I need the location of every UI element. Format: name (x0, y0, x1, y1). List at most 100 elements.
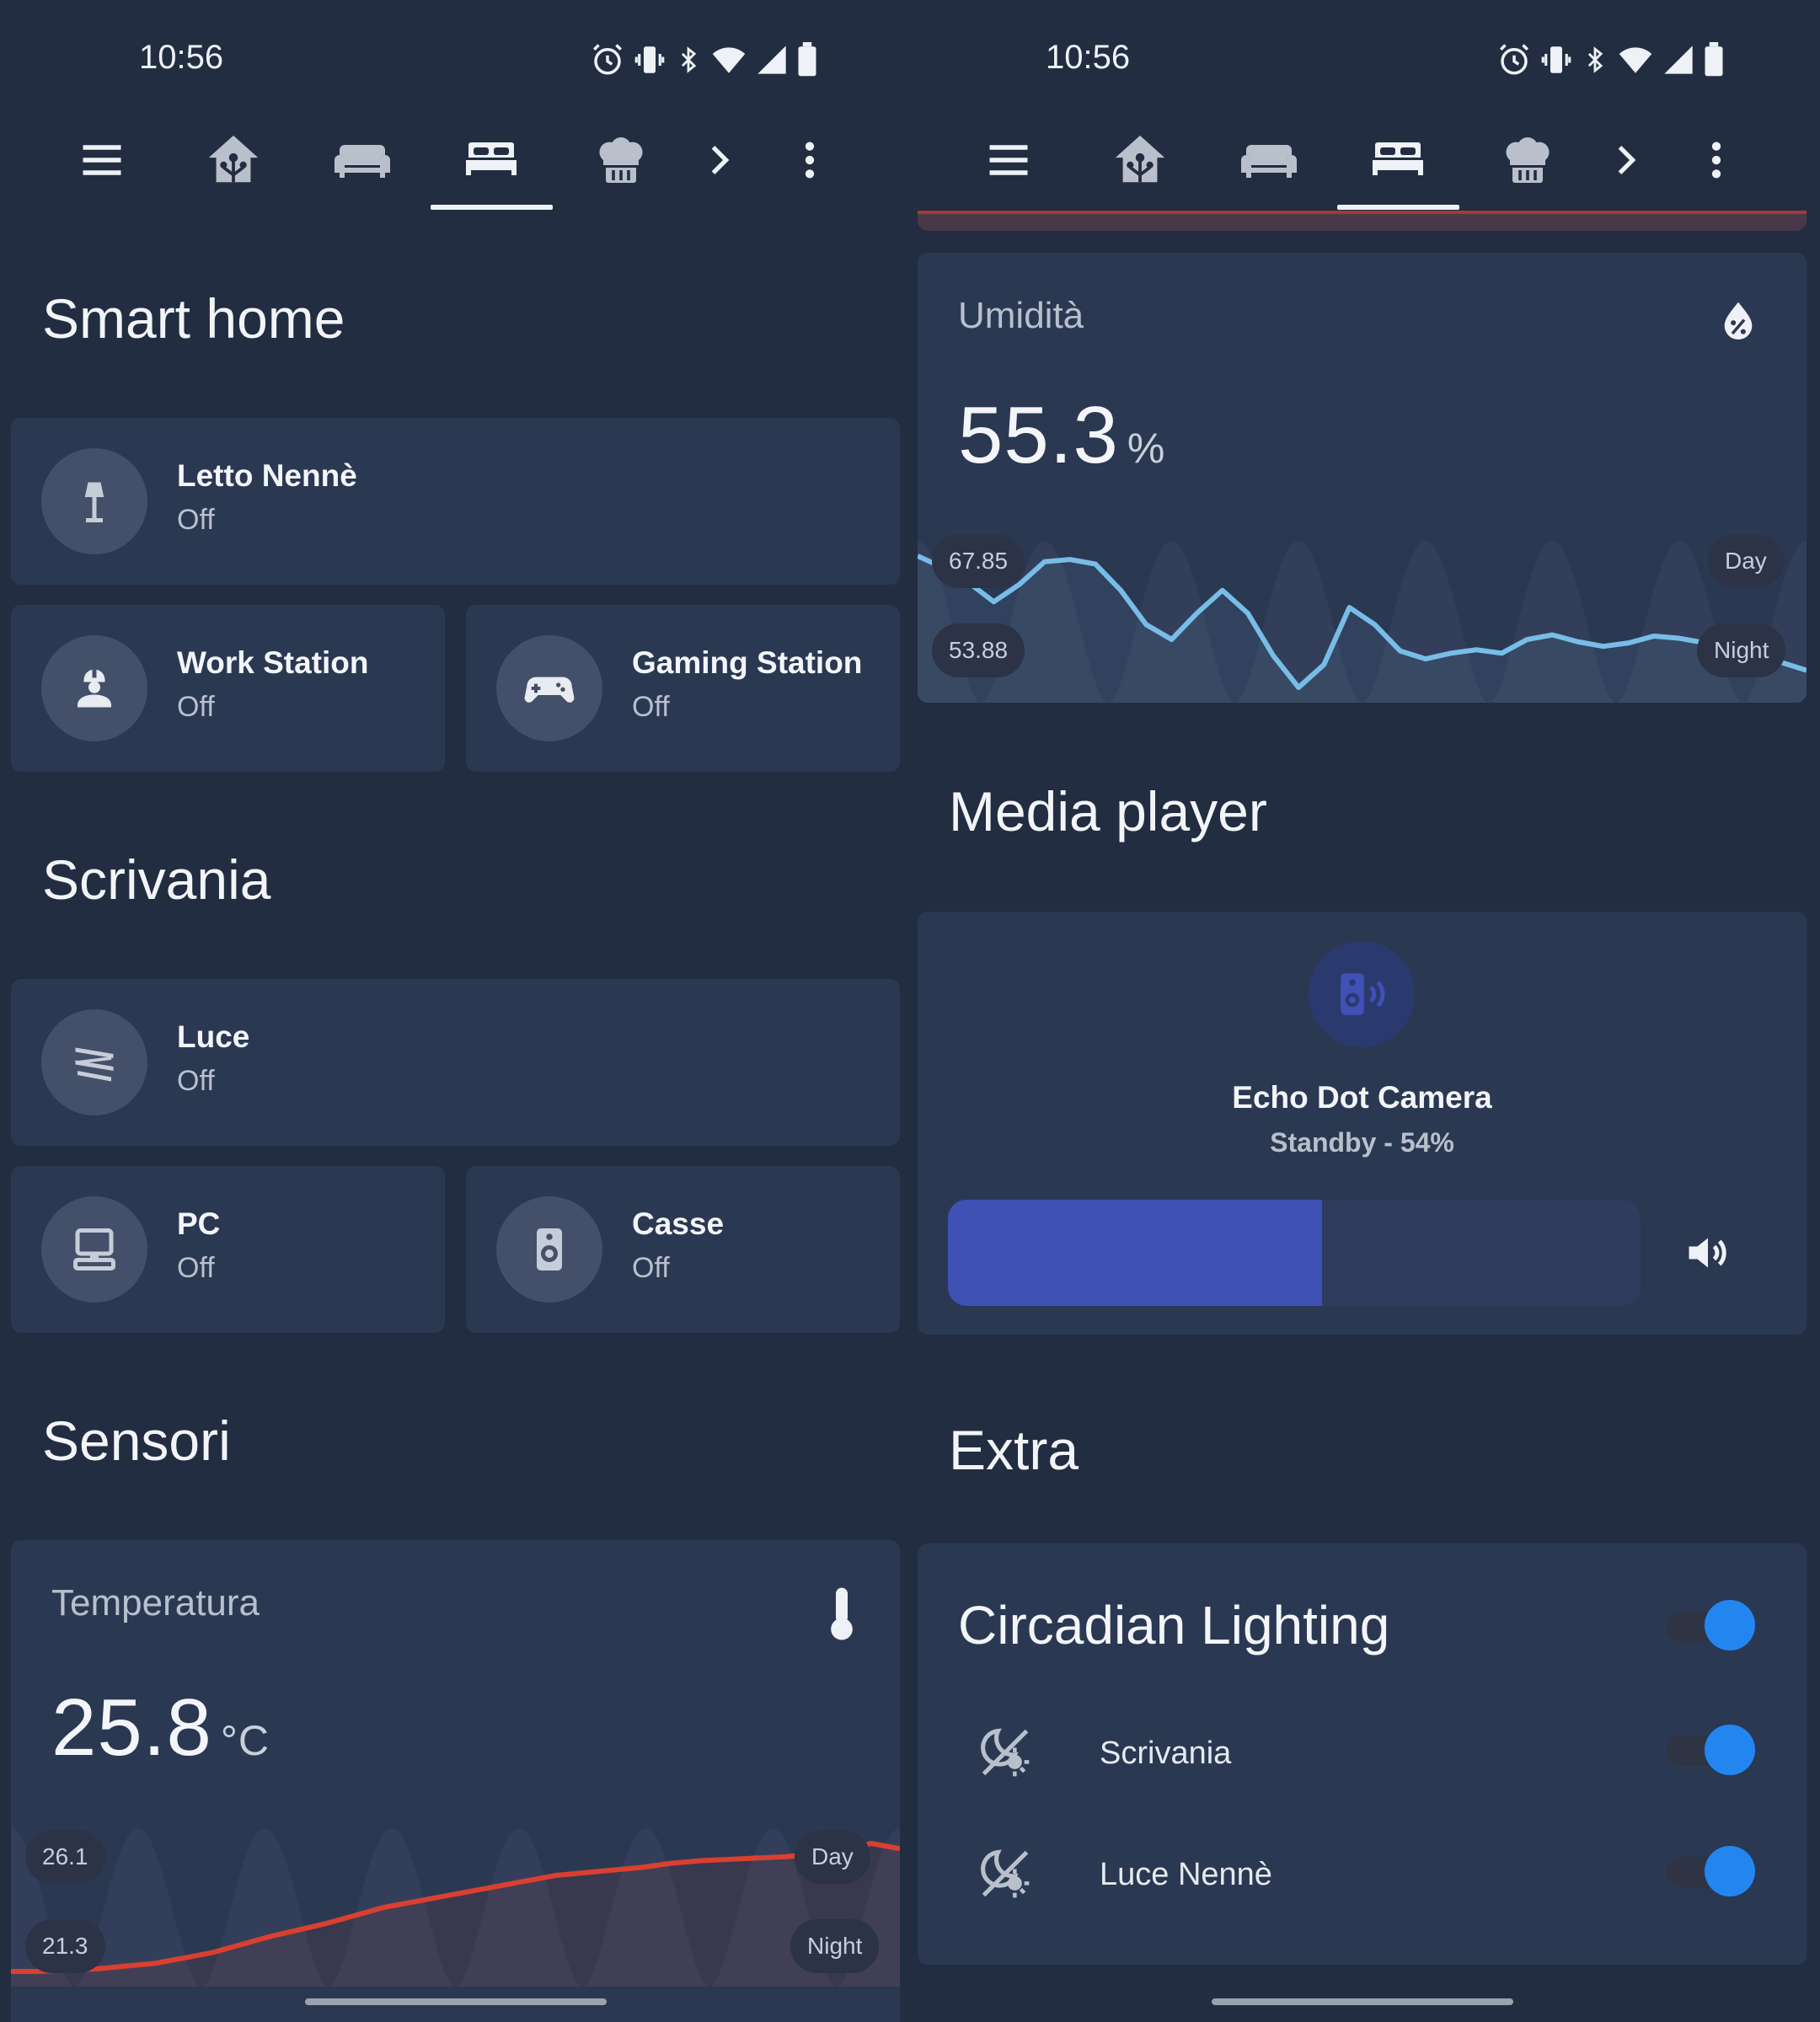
graph-max-label: 26.1 (25, 1830, 105, 1884)
entity-name: Letto Nennè (177, 458, 357, 493)
active-tab-indicator (431, 205, 553, 210)
humidity-history-graph (918, 541, 1807, 703)
circadian-scrivania-toggle[interactable] (1666, 1722, 1758, 1776)
circadian-row-scrivania: Scrivania (918, 1695, 1807, 1813)
wifi-icon (712, 47, 746, 73)
menu-button[interactable] (64, 125, 140, 195)
entity-card-luce[interactable]: Luce Off (11, 979, 900, 1146)
circadian-row-luce-nenne: Luce Nennè (918, 1816, 1807, 1934)
entity-icon-circle (41, 1009, 147, 1115)
menu-icon (989, 145, 1028, 175)
chevron-right-icon (1618, 145, 1636, 175)
sensor-value: 25.8 °C (51, 1682, 270, 1774)
sensor-value: 55.3% (958, 389, 1165, 482)
entity-state: Off (177, 1065, 215, 1097)
media-icon-circle (1309, 941, 1415, 1047)
entity-card-casse[interactable]: Casse Off (466, 1166, 900, 1333)
signal-icon (757, 45, 786, 74)
status-bar: 10:56 (907, 0, 1817, 110)
graph-day-label: Day (1708, 534, 1784, 588)
alarm-icon (593, 44, 622, 75)
tabs-scroll-right-button[interactable] (681, 125, 757, 195)
vibrate-icon (634, 46, 665, 73)
tab-kitchen[interactable] (1490, 125, 1566, 195)
circadian-luce-nenne-toggle[interactable] (1666, 1843, 1758, 1897)
tabs-scroll-right-button[interactable] (1587, 125, 1663, 195)
menu-button[interactable] (971, 125, 1046, 195)
graph-max-label: 67.85 (932, 534, 1025, 588)
entity-icon-circle (41, 635, 147, 741)
battery-icon (1705, 42, 1723, 77)
more-vertical-icon (805, 142, 815, 179)
status-icons (1496, 39, 1726, 81)
tab-kitchen[interactable] (583, 125, 659, 195)
active-tab-indicator (1337, 205, 1459, 210)
section-title-sensori: Sensori (42, 1410, 231, 1472)
top-toolbar (907, 110, 1817, 211)
more-options-button[interactable] (772, 125, 848, 195)
more-vertical-icon (1711, 142, 1721, 179)
entity-name: Gaming Station (632, 645, 863, 680)
sensor-label: Umidità (958, 295, 1084, 336)
entity-card-gaming-station[interactable]: Gaming Station Off (466, 605, 900, 772)
status-bar: 10:56 (0, 0, 910, 110)
tab-home-automation[interactable] (195, 125, 271, 195)
phone-screen-right: 10:56 Umidità 55.3 % 67.85 53.88 Day Nig… (907, 0, 1817, 2022)
circadian-title: Circadian Lighting (958, 1595, 1390, 1656)
entity-icon-circle (41, 1196, 147, 1303)
more-options-button[interactable] (1678, 125, 1754, 195)
circadian-master-toggle[interactable] (1666, 1597, 1758, 1651)
entity-name: PC (177, 1206, 221, 1241)
theme-light-dark-icon (981, 1728, 1030, 1777)
sofa-icon (335, 145, 390, 178)
desktop-pc-icon (73, 1228, 115, 1270)
speaker-icon (537, 1228, 562, 1270)
sensor-card-temperatura[interactable]: Temperatura 25.8 °C 26.1 21.3 Day Night (11, 1540, 900, 2022)
alarm-icon (1500, 44, 1528, 75)
entity-name: Casse (632, 1206, 725, 1241)
circadian-item-label: Scrivania (1100, 1736, 1232, 1771)
entity-card-work-station[interactable]: Work Station Off (11, 605, 445, 772)
graph-day-label: Day (795, 1830, 870, 1884)
top-toolbar (0, 110, 910, 211)
entity-state: Off (177, 504, 215, 536)
gesture-home-bar[interactable] (305, 1998, 607, 2005)
chevron-right-icon (711, 145, 730, 175)
status-time: 10:56 (1046, 39, 1131, 76)
bed-icon (466, 142, 517, 175)
graph-min-label: 21.3 (25, 1919, 105, 1973)
tab-bedroom[interactable] (1360, 125, 1436, 195)
tab-bedroom[interactable] (453, 125, 529, 195)
tab-living-room[interactable] (1231, 125, 1307, 195)
media-device-status: Standby - 54% (1270, 1127, 1454, 1158)
section-title-media-player: Media player (949, 780, 1267, 842)
entity-icon-circle (496, 635, 602, 741)
chef-hat-icon (599, 136, 643, 183)
status-icons (590, 39, 819, 81)
section-title-scrivania: Scrivania (42, 848, 271, 911)
section-title-extra: Extra (949, 1419, 1079, 1481)
floor-lamp-icon (84, 482, 104, 522)
sofa-icon (1241, 145, 1297, 178)
tab-living-room[interactable] (324, 125, 400, 195)
home-automation-icon (1115, 135, 1165, 183)
volume-slider[interactable] (948, 1200, 1641, 1306)
vibrate-icon (1541, 46, 1571, 73)
gesture-home-bar[interactable] (1212, 1998, 1513, 2005)
thermometer-icon (831, 1587, 853, 1640)
graph-min-label: 53.88 (932, 623, 1025, 677)
entity-card-pc[interactable]: PC Off (11, 1166, 445, 1333)
gamepad-icon (524, 677, 575, 703)
mute-button[interactable] (1674, 1219, 1742, 1286)
media-device-name: Echo Dot Camera (1232, 1080, 1492, 1115)
graph-night-label: Night (1697, 623, 1786, 677)
circadian-item-label: Luce Nennè (1100, 1857, 1272, 1892)
entity-card-letto-nenne[interactable]: Letto Nennè Off (11, 418, 900, 585)
home-automation-icon (208, 135, 259, 183)
tab-home-automation[interactable] (1102, 125, 1178, 195)
circadian-lighting-card: Circadian Lighting Scrivania Luce Nennè (918, 1543, 1807, 1965)
sensor-card-umidita[interactable]: Umidità 55.3% 67.85 53.88 Day Night (918, 253, 1807, 703)
media-player-card[interactable]: Echo Dot Camera Standby - 54% (918, 912, 1807, 1335)
entity-state: Off (177, 1252, 215, 1284)
worker-icon (78, 669, 111, 708)
